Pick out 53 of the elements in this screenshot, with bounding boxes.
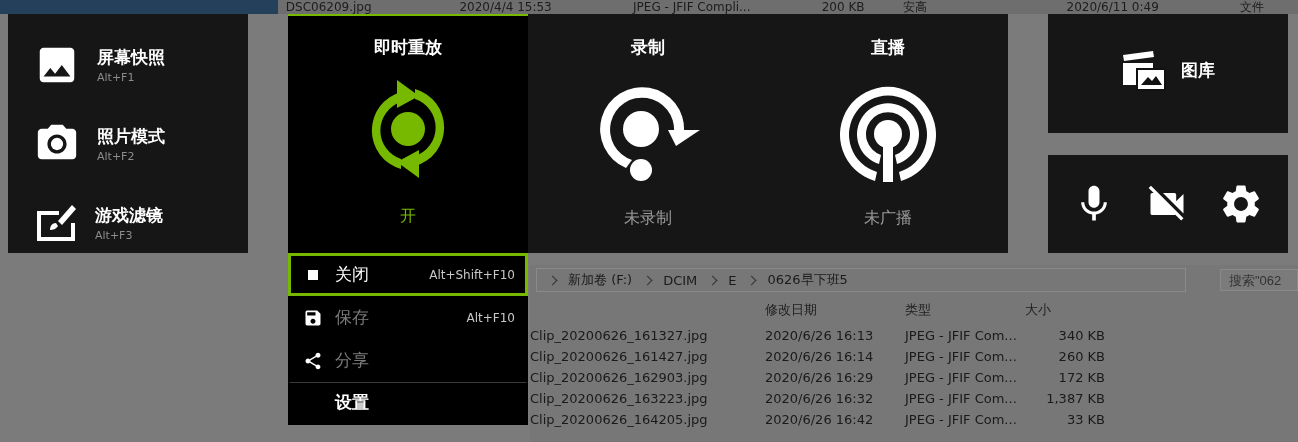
file-name: DSC06209.jpg <box>284 0 373 14</box>
file-size: 1,387 KB <box>1045 391 1105 406</box>
file-name: 安高 <box>901 0 928 14</box>
capture-title[interactable]: 屏幕快照 <box>97 45 165 69</box>
gallery-icon <box>1121 50 1167 91</box>
file-type: JPEG - JFIF Com... <box>905 391 1018 406</box>
shortcut-text: Alt+F1 <box>97 70 136 84</box>
shortcut-text: Alt+F3 <box>95 228 134 242</box>
file-date: 2020/6/26 16:42 <box>765 412 875 427</box>
panel-title[interactable]: 直播 <box>871 36 905 64</box>
file-name: Clip_20200626_161327.jpg <box>530 328 709 343</box>
file-date: 2020/6/26 16:29 <box>765 370 875 385</box>
shortcut-text: Alt+F2 <box>97 149 136 163</box>
breadcrumb-item[interactable]: E <box>728 272 737 288</box>
column-header[interactable]: 修改日期 <box>765 301 905 319</box>
file-date: 2020/4/4 15:53 <box>459 0 553 14</box>
breadcrumb-item[interactable]: 新加卷 (F:) <box>568 271 633 289</box>
breadcrumb-item[interactable]: 0626早下班5 <box>767 271 848 289</box>
menu-item[interactable]: 设置 <box>288 382 528 425</box>
menu-item[interactable]: 关闭 Alt+Shift+F10 <box>288 253 528 296</box>
file-type: JPEG - JFIF Com... <box>905 370 1018 385</box>
panel-title[interactable]: 录制 <box>631 36 665 64</box>
status-text: 未广播 <box>864 208 912 229</box>
file-date: 2020/6/26 16:13 <box>765 328 875 343</box>
file-type: 文件 <box>1240 0 1266 14</box>
file-name: Clip_20200626_161427.jpg <box>530 349 709 364</box>
capture-title[interactable]: 游戏滤镜 <box>95 203 163 227</box>
column-header[interactable]: 大小 <box>1025 301 1105 319</box>
status-text: 未录制 <box>624 208 672 229</box>
file-type: JPEG - JFIF Compli... <box>633 0 752 14</box>
file-name: Clip_20200626_162903.jpg <box>530 370 709 385</box>
file-type: JPEG - JFIF Com... <box>905 412 1018 427</box>
file-size: 33 KB <box>1065 412 1105 427</box>
breadcrumb-item[interactable]: DCIM <box>663 272 698 288</box>
address-bar[interactable]: 新加卷 (F:) DCIM E 0626早下班5 <box>536 268 1186 292</box>
file-type: JPEG - JFIF Com... <box>905 349 1018 364</box>
file-type: JPEG - JFIF Com... <box>905 328 1018 343</box>
file-size: 200 KB <box>820 0 866 14</box>
panel-title: 即时重放 <box>374 36 442 59</box>
file-date: 2020/6/26 16:32 <box>765 391 875 406</box>
capture-title[interactable]: 照片模式 <box>97 124 165 148</box>
search-field[interactable]: 搜索"062 <box>1220 269 1298 291</box>
file-date: 2020/6/26 16:14 <box>765 349 875 364</box>
file-date: 2020/6/11 0:49 <box>1066 0 1160 14</box>
file-name: Clip_20200626_163223.jpg <box>530 391 709 406</box>
file-size: 260 KB <box>1057 349 1105 364</box>
file-size: 172 KB <box>1057 370 1105 385</box>
gallery-button[interactable]: 图库 <box>1048 14 1288 133</box>
column-header[interactable]: 类型 <box>905 301 1025 319</box>
status-text: 开 <box>400 206 416 227</box>
brush-icon <box>34 202 78 243</box>
file-name: Clip_20200626_164205.jpg <box>530 412 709 427</box>
file-size: 340 KB <box>1057 328 1105 343</box>
